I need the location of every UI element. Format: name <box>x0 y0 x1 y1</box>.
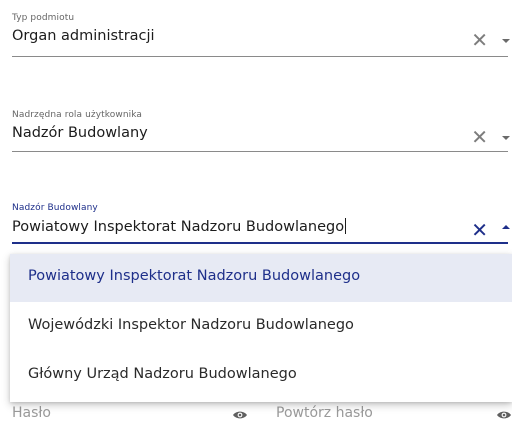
dropdown-panel: Powiatowy Inspektorat Nadzoru Budowlaneg… <box>10 254 512 402</box>
entity-type-label: Typ podmiotu <box>12 13 75 23</box>
dropdown-option-label: Główny Urząd Nadzoru Budowlanego <box>28 366 297 382</box>
supervision-label: Nadzór Budowlany <box>12 203 98 213</box>
supervision-input[interactable]: Powiatowy Inspektorat Nadzoru Budowlaneg… <box>12 218 347 235</box>
supervision-underline <box>12 242 508 244</box>
clear-icon[interactable]: ✕ <box>471 127 488 147</box>
entity-type-underline <box>12 56 508 57</box>
dropdown-option[interactable]: Powiatowy Inspektorat Nadzoru Budowlaneg… <box>10 254 512 302</box>
clear-icon[interactable]: ✕ <box>471 220 488 240</box>
entity-type-value: Organ administracji <box>12 28 155 44</box>
chevron-down-icon[interactable] <box>502 39 510 43</box>
clear-icon[interactable]: ✕ <box>471 30 488 50</box>
chevron-up-icon[interactable] <box>502 225 510 229</box>
password-field[interactable]: Hasło <box>12 405 51 421</box>
parent-role-value: Nadzór Budowlany <box>12 125 148 141</box>
dropdown-option[interactable]: Wojewódzki Inspektor Nadzoru Budowlanego <box>10 303 512 351</box>
repeat-password-field[interactable]: Powtórz hasło <box>276 405 373 421</box>
chevron-down-icon[interactable] <box>502 136 510 140</box>
eye-icon[interactable] <box>232 410 248 420</box>
dropdown-option[interactable]: Główny Urząd Nadzoru Budowlanego <box>10 352 512 400</box>
dropdown-option-label: Wojewódzki Inspektor Nadzoru Budowlanego <box>28 317 354 333</box>
eye-icon[interactable] <box>496 410 512 420</box>
text-cursor <box>345 218 347 234</box>
parent-role-underline <box>12 151 508 152</box>
parent-role-label: Nadrzędna rola użytkownika <box>12 110 143 120</box>
supervision-value: Powiatowy Inspektorat Nadzoru Budowlaneg… <box>12 219 345 235</box>
dropdown-option-label: Powiatowy Inspektorat Nadzoru Budowlaneg… <box>28 268 361 284</box>
parent-role-field[interactable]: Nadrzędna rola użytkownika Nadzór Budowl… <box>12 107 512 155</box>
supervision-field[interactable]: Nadzór Budowlany Powiatowy Inspektorat N… <box>12 200 512 248</box>
entity-type-field[interactable]: Typ podmiotu Organ administracji ✕ <box>12 10 512 58</box>
